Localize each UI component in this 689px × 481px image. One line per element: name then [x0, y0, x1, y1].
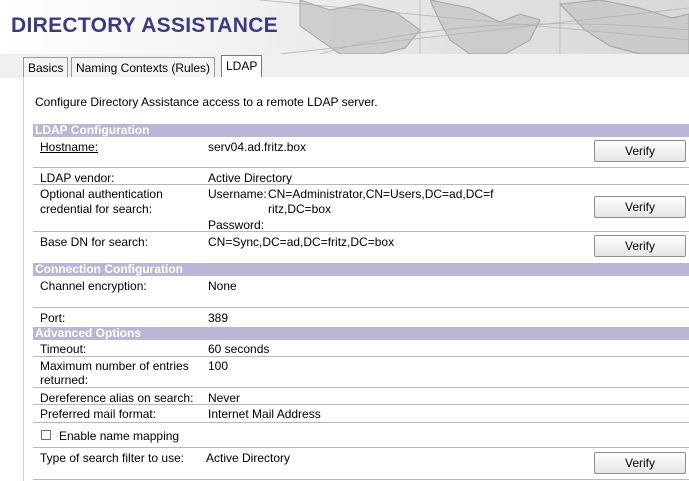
- verify-hostname-button[interactable]: Verify: [594, 140, 686, 162]
- username-value-line1: CN=Administrator,CN=Users,DC=ad,DC=f: [268, 187, 494, 201]
- tab-basics[interactable]: Basics: [23, 57, 69, 77]
- enable-name-mapping-label: Enable name mapping: [59, 429, 180, 443]
- ldap-tab-content: Configure Directory Assistance access to…: [23, 77, 689, 481]
- enable-name-mapping-checkbox[interactable]: [41, 430, 51, 440]
- divider: [33, 231, 689, 232]
- mail-format-value: Internet Mail Address: [208, 407, 321, 421]
- search-filter-type-label: Type of search filter to use:: [40, 451, 185, 465]
- divider: [33, 447, 689, 448]
- dereference-alias-label: Dereference alias on search:: [40, 391, 194, 405]
- ldap-vendor-value: Active Directory: [208, 171, 293, 185]
- search-filter-type-value: Active Directory: [206, 451, 291, 465]
- password-label: Password:: [208, 218, 265, 232]
- tab-ldap[interactable]: LDAP: [221, 55, 263, 78]
- max-entries-label-line1: Maximum number of entries: [40, 359, 189, 373]
- base-dn-value: CN=Sync,DC=ad,DC=fritz,DC=box: [208, 235, 395, 249]
- timeout-value: 60 seconds: [208, 342, 270, 356]
- username-value-line2: ritz,DC=box: [268, 202, 332, 216]
- username-label: Username:: [208, 187, 267, 201]
- divider: [33, 167, 689, 168]
- verify-base-dn-button[interactable]: Verify: [594, 235, 686, 257]
- dereference-alias-value: Never: [208, 391, 241, 405]
- divider: [33, 184, 689, 185]
- base-dn-label: Base DN for search:: [40, 235, 149, 249]
- divider: [33, 479, 689, 480]
- channel-encryption-value: None: [208, 279, 237, 293]
- timeout-label: Timeout:: [40, 342, 87, 356]
- ldap-vendor-label: LDAP vendor:: [40, 171, 115, 185]
- auth-credential-label-line2: credential for search:: [40, 202, 153, 216]
- section-ldap-configuration: LDAP Configuration: [33, 124, 689, 137]
- divider: [33, 307, 689, 308]
- max-entries-label-line2: returned:: [40, 373, 89, 387]
- verify-search-filter-button[interactable]: Verify: [594, 452, 686, 474]
- page-title: DIRECTORY ASSISTANCE: [11, 14, 278, 37]
- port-value: 389: [208, 311, 229, 325]
- tab-naming-contexts[interactable]: Naming Contexts (Rules): [71, 57, 216, 77]
- section-advanced-options: Advanced Options: [33, 327, 689, 340]
- verify-credentials-button[interactable]: Verify: [594, 196, 686, 218]
- auth-credential-label-line1: Optional authentication: [40, 187, 163, 201]
- section-connection-configuration: Connection Configuration: [33, 263, 689, 276]
- channel-encryption-label: Channel encryption:: [40, 279, 147, 293]
- mail-format-label: Preferred mail format:: [40, 407, 157, 421]
- divider: [33, 404, 689, 405]
- divider: [33, 422, 689, 423]
- port-label: Port:: [40, 311, 66, 325]
- tab-bar: Basics Naming Contexts (Rules) LDAP: [0, 54, 689, 78]
- hostname-label: Hostname:: [40, 140, 99, 154]
- divider: [33, 387, 689, 388]
- header-banner: DIRECTORY ASSISTANCE: [0, 0, 689, 54]
- divider: [33, 356, 689, 357]
- intro-text: Configure Directory Assistance access to…: [35, 95, 378, 109]
- hostname-value: serv04.ad.fritz.box: [208, 140, 307, 154]
- max-entries-value: 100: [208, 359, 229, 373]
